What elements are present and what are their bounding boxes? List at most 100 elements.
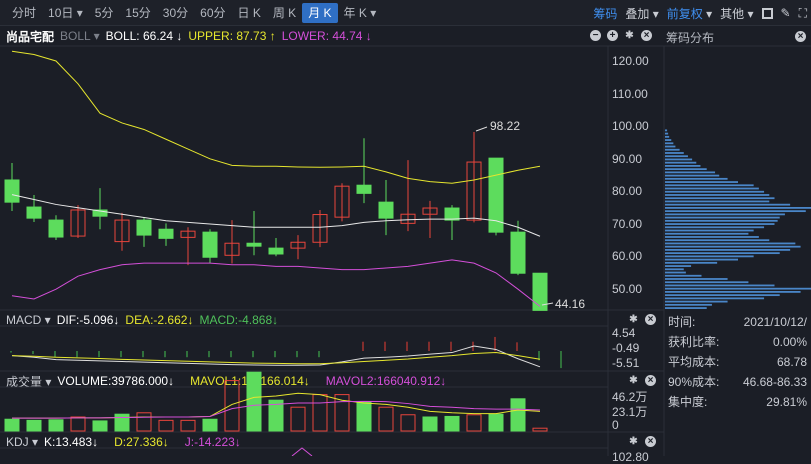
candle	[268, 247, 284, 255]
kdj-axis-label: 102.80	[612, 450, 649, 464]
chip-bar	[665, 200, 770, 203]
chip-bar	[665, 139, 672, 141]
price-axis-label: 60.00	[612, 249, 643, 263]
chip-bar	[665, 271, 686, 274]
chip-info-value: 68.78	[776, 355, 807, 369]
volume-bar	[92, 420, 108, 432]
volume-bar	[70, 416, 86, 432]
chip-bar	[665, 297, 765, 300]
chip-bar	[665, 291, 801, 293]
chip-bar	[665, 274, 702, 277]
candle	[4, 179, 20, 203]
volume-bar	[224, 380, 240, 432]
volume-bar	[510, 398, 526, 432]
macd-axis-label: -5.51	[612, 356, 640, 370]
macd-axis-label: -0.49	[612, 341, 640, 355]
chip-bar	[665, 213, 785, 216]
volume-bar	[422, 416, 438, 432]
chip-bar	[665, 261, 718, 264]
chip-info-row: 获利比率: 0.00%	[666, 332, 811, 352]
chip-bar	[665, 155, 688, 158]
chip-info-label: 获利比率:	[668, 335, 720, 349]
price-axis-label: 50.00	[612, 281, 643, 296]
chip-bar	[665, 171, 716, 174]
candle	[444, 207, 460, 221]
chip-bar	[665, 219, 778, 222]
volume-bar	[26, 419, 42, 432]
chip-info-value: 46.68-86.33	[742, 375, 807, 389]
chip-bar	[665, 303, 712, 306]
chip-bar	[665, 232, 749, 235]
boll-lower-line	[11, 259, 541, 307]
volume-bar	[136, 412, 152, 432]
candle	[202, 231, 218, 258]
volume-bar	[48, 419, 64, 432]
chip-bar	[665, 294, 780, 297]
chip-bar	[665, 207, 811, 209]
chip-info-label: 平均成本:	[668, 355, 720, 369]
chip-bar	[665, 148, 680, 151]
chip-bar	[665, 249, 791, 251]
high-pointer	[475, 126, 488, 132]
boll-upper-line	[11, 50, 541, 184]
volume-bar	[202, 418, 218, 432]
macd-axis-label: 4.54	[612, 326, 636, 340]
chip-bar	[665, 265, 692, 267]
volume-bar	[444, 415, 460, 432]
chip-bar	[665, 239, 770, 242]
chip-bar	[665, 203, 791, 206]
volume-bar	[488, 413, 504, 432]
chip-bar	[665, 307, 707, 309]
chip-bar	[665, 161, 697, 164]
chip-bar	[665, 255, 754, 258]
chip-bar	[665, 145, 676, 148]
price-axis-label: 70.00	[612, 216, 643, 231]
chip-bar	[665, 181, 738, 183]
chip-bar	[665, 190, 765, 193]
candle	[158, 228, 174, 239]
chip-bar	[665, 158, 693, 161]
chip-bar	[665, 194, 770, 196]
volume-bar	[4, 418, 20, 432]
volume-bar	[290, 406, 306, 432]
candle	[136, 219, 152, 236]
chip-info-value: 0.00%	[772, 335, 807, 349]
chip-bar	[665, 278, 728, 280]
low-price-label: 44.16	[555, 297, 586, 311]
chip-bar	[665, 142, 674, 145]
price-axis-label: 120.00	[612, 54, 649, 68]
chip-bar	[665, 223, 775, 225]
chip-info-row: 平均成本: 68.78	[666, 352, 811, 372]
chip-bar	[665, 281, 749, 284]
candle	[48, 219, 64, 238]
volume-bar	[400, 414, 416, 432]
volume-axis-label: 0	[612, 418, 619, 432]
j-line	[291, 447, 313, 456]
chip-bar	[665, 184, 754, 187]
candle	[26, 206, 42, 219]
candle	[510, 231, 526, 274]
volume-bar	[356, 401, 372, 432]
chip-info-row: 集中度: 29.81%	[666, 392, 811, 412]
high-price-label: 98.22	[490, 119, 521, 133]
chip-bar	[665, 129, 668, 132]
chip-bar	[665, 284, 775, 287]
chip-bar	[665, 168, 707, 171]
price-axis: 120.00 110.00 100.00 90.00 80.00 70.00 60.00 50…	[608, 0, 664, 310]
chip-bar	[665, 177, 728, 180]
volume-bar	[158, 419, 174, 432]
volume-bar	[378, 406, 394, 432]
chip-info-value: 2021/10/12/	[743, 315, 807, 329]
chip-bar	[665, 229, 754, 232]
chip-bar	[665, 164, 701, 167]
chip-info-row: 90%成本: 46.68-86.33	[666, 372, 811, 392]
chip-bar	[665, 300, 728, 303]
chip-bar	[665, 236, 759, 238]
chip-bar	[665, 135, 670, 138]
chip-bar	[665, 287, 811, 290]
chip-bar	[665, 252, 780, 255]
chip-info-value: 29.81%	[766, 395, 807, 409]
chip-bar	[665, 216, 780, 219]
price-axis-label: 80.00	[612, 184, 643, 198]
chip-info-label: 集中度:	[668, 395, 708, 409]
